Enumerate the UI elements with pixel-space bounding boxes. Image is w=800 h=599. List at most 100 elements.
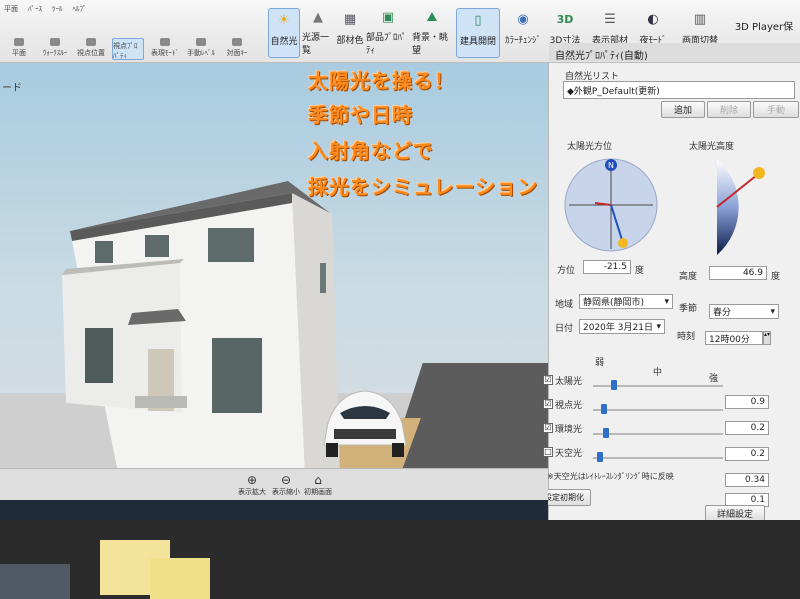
delete-light-button[interactable]: 削除 bbox=[707, 101, 751, 118]
time-label: 時刻 bbox=[677, 332, 696, 342]
fixture-open-close-button[interactable]: ▯ 建具開閉 bbox=[456, 8, 500, 58]
menu-item[interactable]: 平面 bbox=[4, 4, 18, 28]
viewpoint-light-value[interactable]: 0.2 bbox=[725, 421, 769, 435]
camera-icon bbox=[86, 38, 96, 46]
ambient-light-slider-thumb[interactable] bbox=[603, 428, 609, 438]
sky-light-checkbox[interactable]: □ bbox=[543, 447, 553, 457]
azimuth-compass[interactable]: N bbox=[561, 155, 661, 255]
viewpoint-light-label: 視点光 bbox=[555, 401, 583, 411]
viewpoint-light-checkbox[interactable]: ☑ bbox=[543, 399, 553, 409]
viewpoint-position-button[interactable]: 視点位置 bbox=[76, 38, 106, 60]
altitude-unit: 度 bbox=[771, 272, 781, 282]
chevron-down-icon: ▾ bbox=[656, 321, 661, 332]
time-spinner[interactable]: ▴▾ bbox=[763, 331, 771, 345]
season-select[interactable]: 春分 ▾ bbox=[709, 304, 779, 319]
car-model bbox=[323, 390, 407, 457]
walk-icon bbox=[50, 38, 60, 46]
screen-switch-icon: ▥ bbox=[693, 11, 707, 27]
annotation-line-1: 太陽光を操る！ bbox=[308, 69, 455, 93]
window bbox=[85, 328, 113, 383]
sun-altitude-icon[interactable] bbox=[753, 167, 765, 179]
level-icon bbox=[196, 38, 206, 46]
region-select[interactable]: 静岡県(静岡市) ▾ bbox=[579, 294, 673, 309]
menu-item[interactable]: ﾍﾙﾌﾟ bbox=[73, 4, 87, 28]
menu-item[interactable]: ﾂｰﾙ bbox=[52, 4, 63, 28]
ambient-light-value[interactable]: 0.2 bbox=[725, 447, 769, 461]
color-change-button[interactable]: ◉ ｶﾗｰﾁｪﾝｼﾞ bbox=[502, 8, 544, 56]
annotation-line-3: 入射角などで bbox=[308, 139, 434, 163]
menu-item[interactable]: ﾊﾟｰｽ bbox=[28, 4, 42, 28]
viewpoint-light-slider-thumb[interactable] bbox=[601, 404, 607, 414]
initial-view-button[interactable]: ⌂ 初期画面 bbox=[296, 473, 340, 497]
sticky-note bbox=[150, 558, 210, 599]
application-screen: 平面 ﾊﾟｰｽ ﾂｰﾙ ﾍﾙﾌﾟ 平面 ｳｫｰｸｽﾙｰ 視点位置 視点ﾌﾟﾛﾊﾟ… bbox=[0, 0, 800, 520]
chevron-down-icon: ▾ bbox=[770, 306, 775, 317]
window bbox=[212, 338, 262, 413]
altitude-label: 高度 bbox=[679, 272, 698, 282]
part-icon: ▣ bbox=[381, 10, 395, 25]
natural-light-button[interactable]: ☀ 自然光 bbox=[268, 8, 300, 58]
natural-light-property-panel: 自然光ﾌﾟﾛﾊﾟﾃｨ(自動) 自然光リスト ◆外観P_Default(更新) 追… bbox=[537, 43, 800, 520]
light-list-box[interactable]: ◆外観P_Default(更新) bbox=[563, 81, 795, 99]
detail-settings-button[interactable]: 詳細設定 bbox=[705, 505, 765, 520]
scale-mid-label: 中 bbox=[653, 368, 663, 378]
edit-light-button[interactable]: 手動 bbox=[753, 101, 799, 118]
sun-light-slider-thumb[interactable] bbox=[611, 380, 617, 390]
sun-altitude-label: 太陽光高度 bbox=[689, 142, 735, 152]
material-color-button[interactable]: ▦ 部材色 bbox=[336, 8, 364, 56]
scale-strong-label: 強 bbox=[709, 374, 719, 384]
3d-dimension-icon: 3D bbox=[556, 12, 574, 26]
annotation-line-4: 採光をシミュレーション bbox=[308, 175, 539, 199]
3d-viewport[interactable]: ード 太陽光を操る！ 季節や日時 入射角などで 採光をシミュレーション bbox=[0, 63, 548, 468]
sun-position-icon[interactable] bbox=[618, 238, 628, 248]
azimuth-unit: 度 bbox=[635, 266, 645, 276]
altitude-input[interactable]: 46.9 bbox=[709, 266, 767, 280]
date-label: 日付 bbox=[555, 324, 574, 334]
sky-light-value[interactable]: 0.34 bbox=[725, 473, 769, 487]
altitude-quadrant[interactable] bbox=[709, 155, 779, 260]
background-view-button[interactable]: ⛰ 背景・眺望 bbox=[412, 8, 452, 56]
night-icon: ◐ bbox=[647, 11, 659, 27]
walkthrough-button[interactable]: ｳｫｰｸｽﾙｰ bbox=[40, 38, 70, 60]
sun-light-value[interactable]: 0.9 bbox=[725, 395, 769, 409]
sun-light-checkbox[interactable]: ☑ bbox=[543, 375, 553, 385]
lamp-icon: ▲ bbox=[313, 10, 323, 25]
manual-level-button[interactable]: 手動ﾚﾍﾞﾙ bbox=[186, 38, 216, 60]
sky-light-slider-track[interactable] bbox=[593, 457, 723, 459]
plan-view-button[interactable]: 平面 bbox=[4, 38, 34, 60]
ambient-light-label: 環境光 bbox=[555, 425, 583, 435]
plan-icon bbox=[14, 38, 24, 46]
light-list-item[interactable]: ◆外観P_Default(更新) bbox=[567, 84, 660, 97]
chevron-down-icon: ▾ bbox=[664, 296, 669, 307]
display-mode-icon bbox=[160, 38, 170, 46]
date-picker[interactable]: 2020年 3月21日 ▾ bbox=[579, 319, 665, 334]
key-icon bbox=[232, 38, 242, 46]
toolbar-view-row: 平面 ｳｫｰｸｽﾙｰ 視点位置 視点ﾌﾟﾛﾊﾟﾃｨ 表現ﾓｰﾄﾞ 手動ﾚﾍﾞﾙ … bbox=[0, 38, 260, 60]
home-icon: ⌂ bbox=[314, 473, 322, 487]
window bbox=[208, 228, 254, 262]
window bbox=[320, 263, 326, 293]
ambient-light-slider-track[interactable] bbox=[593, 433, 723, 435]
azimuth-input[interactable]: -21.5 bbox=[583, 260, 631, 274]
sky-light-slider-thumb[interactable] bbox=[597, 452, 603, 462]
viewpoint-light-slider-track[interactable] bbox=[593, 409, 723, 411]
annotation-line-2: 季節や日時 bbox=[308, 103, 413, 127]
viewpoint-property-button[interactable]: 視点ﾌﾟﾛﾊﾟﾃｨ bbox=[112, 38, 144, 60]
light-list-button[interactable]: ▲ 光源一覧 bbox=[302, 8, 334, 56]
window bbox=[95, 241, 113, 263]
face-key-button[interactable]: 対面ｷｰ bbox=[222, 38, 252, 60]
compass-north-label: N bbox=[608, 161, 614, 170]
monitor-bezel bbox=[0, 520, 800, 599]
window bbox=[145, 235, 169, 257]
sun-icon: ☀ bbox=[278, 12, 290, 28]
display-mode-button[interactable]: 表現ﾓｰﾄﾞ bbox=[150, 38, 180, 60]
panel-title: 自然光ﾌﾟﾛﾊﾟﾃｨ(自動) bbox=[549, 43, 800, 62]
add-light-button[interactable]: 追加 bbox=[661, 101, 705, 118]
toolbar-menu-row: 平面 ﾊﾟｰｽ ﾂｰﾙ ﾍﾙﾌﾟ bbox=[0, 0, 260, 28]
azimuth-label: 方位 bbox=[557, 266, 576, 276]
part-property-button[interactable]: ▣ 部品ﾌﾟﾛﾊﾟﾃｨ bbox=[366, 8, 410, 56]
door-icon: ▯ bbox=[474, 12, 482, 28]
ambient-light-checkbox[interactable]: ☑ bbox=[543, 423, 553, 433]
time-input[interactable]: 12時00分 bbox=[705, 331, 763, 345]
color-change-icon: ◉ bbox=[517, 11, 529, 27]
